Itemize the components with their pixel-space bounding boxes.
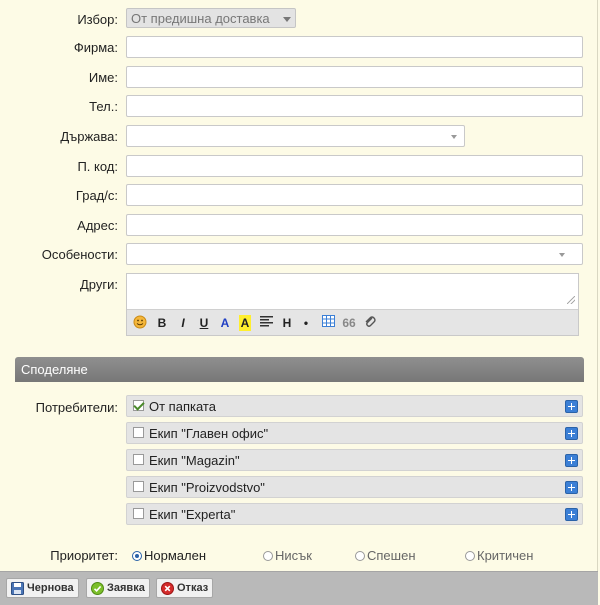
- sharing-title: Споделяне: [21, 362, 88, 377]
- sharing-section-header[interactable]: Споделяне: [15, 357, 584, 382]
- cancel-button[interactable]: Отказ: [156, 578, 214, 598]
- radio-dot: [263, 551, 273, 561]
- label-izbor: Избор:: [77, 12, 118, 27]
- izbor-value: От предишна доставка: [131, 11, 270, 26]
- radio-dot: [465, 551, 475, 561]
- check-icon: [91, 582, 104, 595]
- smiley-icon[interactable]: [133, 315, 147, 331]
- row-grad: Град/с:: [0, 184, 600, 208]
- priority-critical-radio[interactable]: Критичен: [465, 548, 533, 564]
- user-label: Екип "Главен офис": [149, 426, 269, 441]
- priority-urgent-radio[interactable]: Спешен: [355, 548, 416, 564]
- priority-low-radio[interactable]: Нисък: [263, 548, 312, 564]
- user-label: Екип "Magazin": [149, 453, 240, 468]
- plus-icon[interactable]: [565, 481, 578, 494]
- tel-input[interactable]: [126, 95, 583, 117]
- ime-input[interactable]: [126, 66, 583, 88]
- chevron-down-icon: [451, 135, 457, 139]
- label-tel: Тел.:: [89, 99, 118, 114]
- cancel-label: Отказ: [177, 582, 209, 594]
- label-ime: Име:: [88, 70, 118, 85]
- quote-icon[interactable]: 66: [342, 315, 356, 331]
- chevron-down-icon: [559, 253, 565, 257]
- row-tel: Тел.:: [0, 95, 600, 119]
- label-drugi: Други:: [79, 277, 118, 292]
- draft-button[interactable]: Чернова: [6, 578, 79, 598]
- drugi-textarea[interactable]: [127, 274, 578, 308]
- italic-icon[interactable]: I: [178, 315, 188, 331]
- save-icon: [11, 582, 24, 595]
- user-row[interactable]: Екип "Magazin": [126, 449, 583, 471]
- label-grad: Град/с:: [75, 188, 118, 203]
- form-footer: Чернова Заявка Отказ: [0, 571, 598, 605]
- user-label: От папката: [149, 399, 216, 414]
- row-izbor: Избор: От предишна доставка: [0, 8, 600, 32]
- pkod-input[interactable]: [126, 155, 583, 177]
- highlight-icon[interactable]: A: [239, 315, 251, 331]
- bold-icon[interactable]: B: [156, 315, 168, 331]
- plus-icon[interactable]: [565, 427, 578, 440]
- priority-option-label: Нормален: [144, 548, 207, 563]
- row-adres: Адрес:: [0, 214, 600, 238]
- draft-label: Чернова: [27, 582, 74, 594]
- align-icon[interactable]: [259, 315, 273, 331]
- firma-input[interactable]: [126, 36, 583, 58]
- checkbox-checked[interactable]: [133, 400, 144, 411]
- priority-option-label: Нисък: [275, 548, 312, 563]
- user-row[interactable]: Екип "Experta": [126, 503, 583, 525]
- label-firma: Фирма:: [73, 40, 118, 55]
- chevron-down-icon: [283, 17, 291, 22]
- user-row[interactable]: От папката: [126, 395, 583, 417]
- editor-toolbar: B I U A A H • 66: [127, 309, 578, 335]
- label-adres: Адрес:: [77, 218, 118, 233]
- radio-dot: [355, 551, 365, 561]
- plus-icon[interactable]: [565, 508, 578, 521]
- osobenosti-select[interactable]: [126, 243, 583, 265]
- priority-normal-radio[interactable]: Нормален: [132, 548, 206, 564]
- underline-icon[interactable]: U: [198, 315, 210, 331]
- adres-input[interactable]: [126, 214, 583, 236]
- user-label: Екип "Proizvodstvo": [149, 480, 265, 495]
- checkbox[interactable]: [133, 454, 144, 465]
- submit-label: Заявка: [107, 582, 145, 594]
- label-darzhava: Държава:: [60, 129, 118, 144]
- checkbox[interactable]: [133, 481, 144, 492]
- heading-icon[interactable]: H: [281, 315, 293, 331]
- row-darzhava: Държава:: [0, 125, 600, 149]
- checkbox[interactable]: [133, 508, 144, 519]
- priority-option-label: Спешен: [367, 548, 416, 563]
- resize-grip-icon[interactable]: [567, 296, 575, 304]
- radio-dot: [132, 551, 142, 561]
- plus-icon[interactable]: [565, 454, 578, 467]
- label-priority: Приоритет:: [50, 548, 118, 563]
- table-icon[interactable]: [321, 315, 335, 331]
- grad-input[interactable]: [126, 184, 583, 206]
- row-pkod: П. код:: [0, 155, 600, 179]
- row-firma: Фирма:: [0, 36, 600, 60]
- plus-icon[interactable]: [565, 400, 578, 413]
- row-ime: Име:: [0, 66, 600, 90]
- submit-button[interactable]: Заявка: [86, 578, 150, 598]
- label-osobenosti: Особености:: [41, 247, 118, 262]
- checkbox[interactable]: [133, 427, 144, 438]
- font-color-icon[interactable]: A: [219, 315, 231, 331]
- label-pkod: П. код:: [77, 159, 118, 174]
- darzhava-select[interactable]: [126, 125, 465, 147]
- attach-icon[interactable]: [363, 315, 377, 331]
- bullet-icon[interactable]: •: [301, 315, 311, 331]
- user-label: Екип "Experta": [149, 507, 236, 522]
- close-icon: [161, 582, 174, 595]
- priority-option-label: Критичен: [477, 548, 534, 563]
- izbor-select[interactable]: От предишна доставка: [126, 8, 296, 28]
- drugi-editor: B I U A A H • 66: [126, 273, 579, 336]
- user-row[interactable]: Екип "Главен офис": [126, 422, 583, 444]
- user-row[interactable]: Екип "Proizvodstvo": [126, 476, 583, 498]
- row-osobenosti: Особености:: [0, 243, 600, 267]
- label-users: Потребители:: [35, 400, 118, 415]
